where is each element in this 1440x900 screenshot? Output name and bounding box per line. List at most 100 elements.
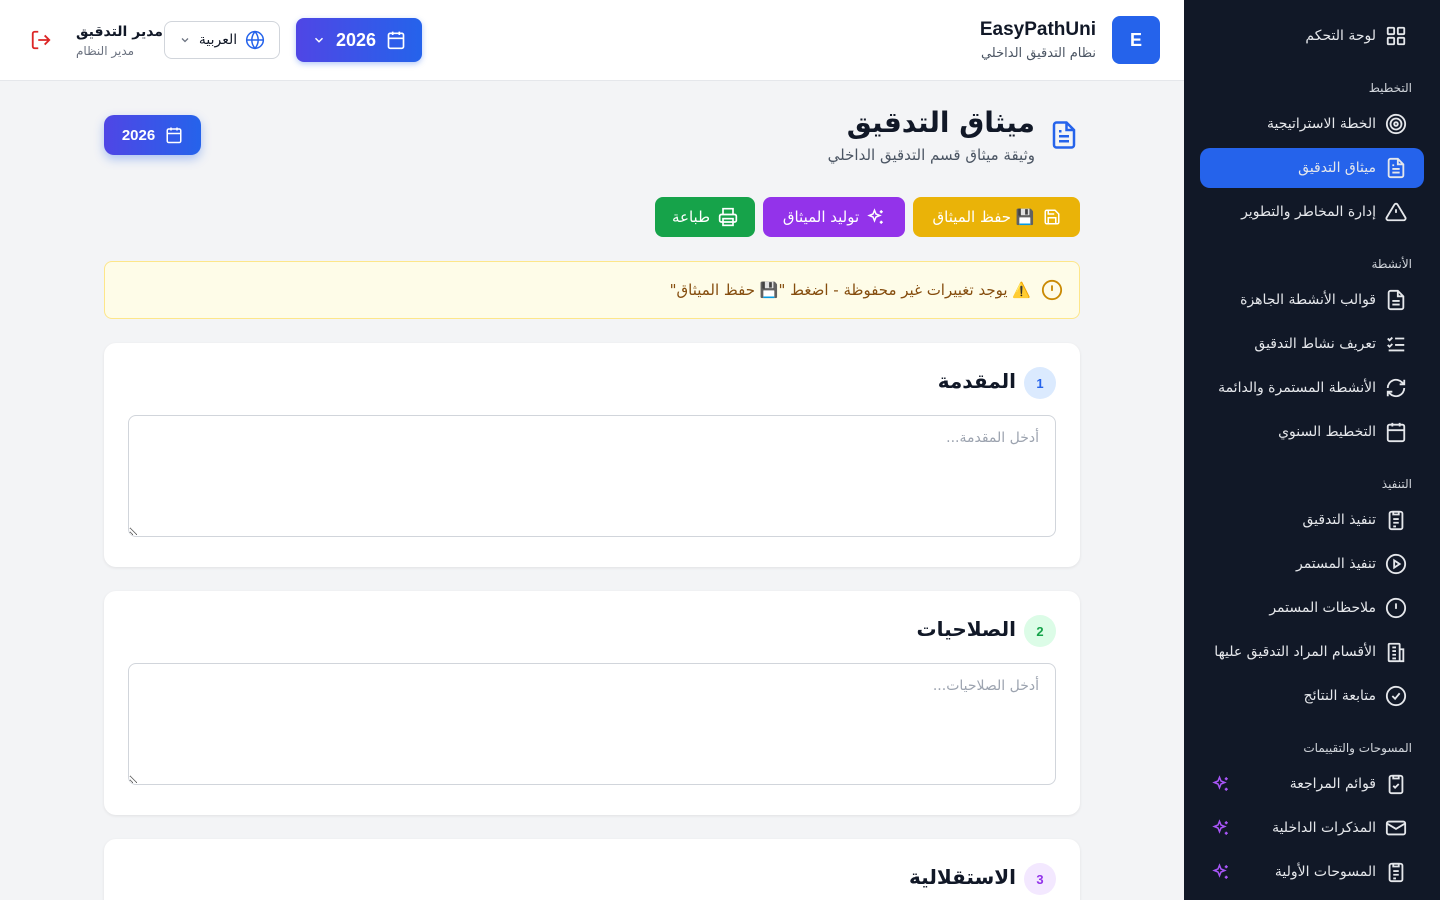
target-icon [1384, 112, 1408, 136]
calendar-icon [165, 126, 183, 144]
sparkles-icon [1212, 775, 1230, 793]
globe-icon [245, 30, 265, 50]
sidebar-item-risk-management[interactable]: إدارة المخاطر والتطوير [1200, 192, 1424, 232]
unsaved-changes-alert: ⚠️ يوجد تغييرات غير محفوظة - اضغط "💾 حفظ… [104, 261, 1080, 319]
play-circle-icon [1384, 552, 1408, 576]
sparkles-icon [1212, 863, 1230, 881]
section-card-introduction: 1 المقدمة [104, 343, 1080, 567]
sidebar-item-label: متابعة النتائج [1303, 688, 1376, 704]
sidebar-item-initial-surveys[interactable]: المسوحات الأولية [1200, 852, 1424, 892]
logout-icon[interactable] [30, 29, 52, 51]
sidebar-item-label: تعريف نشاط التدقيق [1254, 336, 1376, 352]
year-selector[interactable]: 2026 [296, 18, 422, 62]
page-title: ميثاق التدقيق [846, 106, 1035, 139]
year-value: 2026 [335, 29, 377, 50]
section-card-independence: 3 الاستقلالية [104, 839, 1080, 900]
sparkles-icon [1212, 819, 1230, 837]
sidebar-item-label: المذكرات الداخلية [1272, 820, 1376, 836]
section-title: الاستقلالية [909, 865, 1016, 889]
print-button[interactable]: طباعة [655, 197, 755, 237]
mail-icon [1384, 816, 1408, 840]
sidebar-item-label: تنفيذ التدقيق [1302, 512, 1376, 528]
generate-charter-label: توليد الميثاق [782, 208, 860, 226]
sidebar-item-label: الخطة الاستراتيجية [1267, 116, 1376, 132]
sidebar-item-checklists[interactable]: قوائم المراجعة [1200, 764, 1424, 804]
sidebar-item-audit-execution[interactable]: تنفيذ التدقيق [1200, 500, 1424, 540]
chevron-down-icon [179, 34, 191, 46]
section-card-authorities: 2 الصلاحيات [104, 591, 1080, 815]
sidebar-item-dashboard[interactable]: لوحة التحكم [1200, 16, 1424, 56]
top-header: E EasyPathUni نظام التدقيق الداخلي 2026 … [0, 0, 1184, 81]
language-label: العربية [198, 32, 238, 48]
save-charter-label: 💾 حفظ الميثاق [932, 208, 1035, 226]
list-check-icon [1384, 332, 1408, 356]
sidebar-section-activities: الأنشطة [1371, 257, 1413, 271]
sidebar-item-results-followup[interactable]: متابعة النتائج [1200, 676, 1424, 716]
clipboard-check-icon [1384, 772, 1408, 796]
sidebar-item-internal-memos[interactable]: المذكرات الداخلية [1200, 808, 1424, 848]
sidebar-section-execution: التنفيذ [1381, 477, 1412, 491]
sidebar-item-label: ملاحظات المستمر [1269, 600, 1376, 616]
language-selector[interactable]: العربية [164, 21, 280, 59]
sidebar-item-label: التخطيط السنوي [1278, 424, 1376, 440]
authorities-textarea[interactable] [128, 663, 1056, 785]
calendar-icon [386, 30, 406, 50]
sidebar-item-label: لوحة التحكم [1305, 28, 1376, 44]
sidebar-item-define-activity[interactable]: تعريف نشاط التدقيق [1200, 324, 1424, 364]
section-title: الصلاحيات [916, 617, 1016, 641]
document-icon [1384, 288, 1408, 312]
section-number: 2 [1024, 615, 1056, 647]
chevron-down-icon [312, 33, 326, 47]
user-role: مدير النظام [76, 44, 135, 58]
check-circle-icon [1384, 684, 1408, 708]
sidebar-item-annual-planning[interactable]: التخطيط السنوي [1200, 412, 1424, 452]
sidebar-item-activity-templates[interactable]: قوالب الأنشطة الجاهزة [1200, 280, 1424, 320]
sidebar-item-continuous-execution[interactable]: تنفيذ المستمر [1200, 544, 1424, 584]
sidebar-item-continuous-activities[interactable]: الأنشطة المستمرة والدائمة [1200, 368, 1424, 408]
clipboard-list-icon [1384, 508, 1408, 532]
app-logo: E [1112, 16, 1160, 64]
document-icon [1384, 156, 1408, 180]
printer-icon [718, 207, 738, 227]
sidebar-section-planning: التخطيط [1368, 81, 1412, 95]
year-badge-value: 2026 [121, 126, 156, 144]
document-icon [1049, 119, 1079, 151]
introduction-textarea[interactable] [128, 415, 1056, 537]
sidebar-item-continuous-notes[interactable]: ملاحظات المستمر [1200, 588, 1424, 628]
user-name: مدير التدقيق [76, 24, 163, 40]
brand-subtitle: نظام التدقيق الداخلي [980, 46, 1096, 61]
sidebar-item-audit-charter[interactable]: ميثاق التدقيق [1200, 148, 1424, 188]
grid-icon [1384, 24, 1408, 48]
alert-circle-icon [1384, 596, 1408, 620]
sidebar-item-label: تنفيذ المستمر [1295, 556, 1376, 572]
sidebar-item-label: قوالب الأنشطة الجاهزة [1240, 292, 1376, 308]
calendar-icon [1384, 420, 1408, 444]
sidebar-item-label: إدارة المخاطر والتطوير [1241, 204, 1376, 220]
section-number: 1 [1024, 367, 1056, 399]
warning-icon [1384, 200, 1408, 224]
section-number: 3 [1024, 863, 1056, 895]
page-subtitle: وثيقة ميثاق قسم التدقيق الداخلي [827, 146, 1035, 164]
section-title: المقدمة [937, 369, 1016, 393]
sidebar-section-surveys: المسوحات والتقييمات [1303, 741, 1412, 755]
sidebar: لوحة التحكم التخطيط الخطة الاستراتيجية م… [1184, 0, 1440, 900]
building-icon [1384, 640, 1408, 664]
alert-circle-icon [1041, 279, 1063, 301]
save-icon [1043, 208, 1061, 226]
sidebar-item-label: المسوحات الأولية [1274, 864, 1376, 880]
alert-message: ⚠️ يوجد تغييرات غير محفوظة - اضغط "💾 حفظ… [669, 281, 1031, 299]
save-charter-button[interactable]: 💾 حفظ الميثاق [913, 197, 1080, 237]
print-label: طباعة [671, 208, 711, 226]
brand-name: EasyPathUni [979, 19, 1096, 40]
generate-charter-button[interactable]: توليد الميثاق [763, 197, 905, 237]
clipboard-list-icon [1384, 860, 1408, 884]
sidebar-item-label: الأقسام المراد التدقيق عليها [1214, 644, 1376, 660]
sidebar-item-strategic-plan[interactable]: الخطة الاستراتيجية [1200, 104, 1424, 144]
year-badge[interactable]: 2026 [104, 115, 201, 155]
sidebar-item-label: الأنشطة المستمرة والدائمة [1218, 380, 1376, 396]
sidebar-item-label: قوائم المراجعة [1289, 776, 1376, 792]
sidebar-item-audited-departments[interactable]: الأقسام المراد التدقيق عليها [1200, 632, 1424, 672]
refresh-icon [1384, 376, 1408, 400]
sidebar-item-label: ميثاق التدقيق [1298, 160, 1376, 176]
sparkles-icon [867, 208, 885, 226]
